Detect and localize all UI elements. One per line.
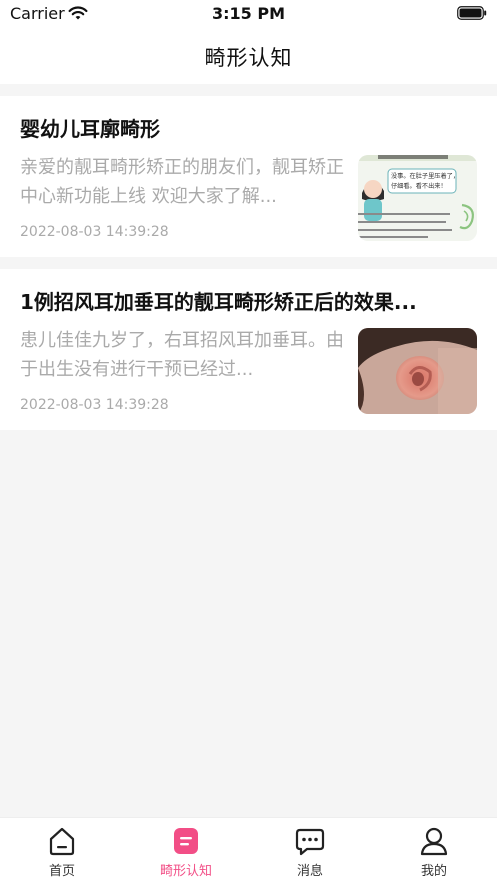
article-title: 1例招风耳加垂耳的靓耳畸形矫正后的效果...: [20, 290, 417, 314]
tab-profile[interactable]: 我的: [394, 826, 474, 882]
chat-icon: [295, 828, 325, 856]
article-list: 婴幼儿耳廓畸形 亲爱的靓耳畸形矫正的朋友们，靓耳矫正中心新功能上线 欢迎大家了解…: [0, 96, 497, 442]
page-title: 畸形认知: [204, 46, 293, 70]
status-bar: Carrier 3:15 PM: [0, 0, 497, 28]
tab-bar: 首页 畸形认知 消息 我的: [0, 817, 497, 883]
battery-icon: [457, 6, 487, 20]
user-icon: [420, 827, 448, 856]
article-date: 2022-08-03 14:39:28: [20, 397, 169, 413]
bubble-text-mid: 仔细看。看不出来！: [391, 182, 447, 190]
nav-bar: 畸形认知: [0, 28, 497, 84]
tab-home-label: 首页: [48, 864, 75, 879]
status-time: 3:15 PM: [211, 4, 285, 23]
article-thumbnail[interactable]: 没事。在肚子里压着了， 仔细看。看不出来！: [358, 155, 477, 241]
article-date: 2022-08-03 14:39:28: [20, 224, 169, 240]
article-card[interactable]: 婴幼儿耳廓畸形 亲爱的靓耳畸形矫正的朋友们，靓耳矫正中心新功能上线 欢迎大家了解…: [0, 96, 497, 257]
cartoon-illustration: 没事。在肚子里压着了， 仔细看。看不出来！: [358, 155, 477, 241]
tab-malformation[interactable]: 畸形认知: [146, 826, 226, 882]
article-thumbnail[interactable]: [358, 328, 477, 414]
article-card[interactable]: 1例招风耳加垂耳的靓耳畸形矫正后的效果... 患儿佳佳九岁了，右耳招风耳加垂耳。…: [0, 269, 497, 430]
document-icon: [174, 828, 198, 854]
home-icon: [49, 827, 75, 856]
article-title: 婴幼儿耳廓畸形: [20, 117, 160, 141]
ear-photo: [358, 328, 477, 414]
tab-home[interactable]: 首页: [22, 826, 102, 882]
tab-messages[interactable]: 消息: [270, 826, 350, 882]
article-summary: 亲爱的靓耳畸形矫正的朋友们，靓耳矫正中心新功能上线 欢迎大家了解...: [20, 157, 344, 207]
tab-malformation-label: 畸形认知: [159, 864, 212, 879]
tab-messages-label: 消息: [296, 864, 323, 879]
article-summary: 患儿佳佳九岁了，右耳招风耳加垂耳。由于出生没有进行干预已经过...: [20, 330, 344, 380]
bubble-text-top: 没事。在肚子里压着了，: [391, 172, 459, 180]
tab-profile-label: 我的: [420, 864, 447, 879]
